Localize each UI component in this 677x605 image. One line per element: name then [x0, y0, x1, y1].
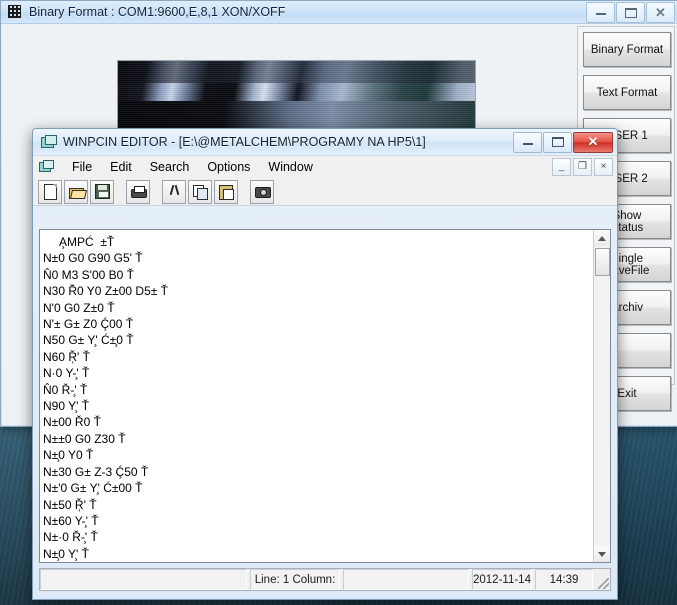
editor-close-button[interactable]: ✕ — [573, 131, 613, 153]
menu-options[interactable]: Options — [198, 158, 259, 176]
binary-format-icon — [7, 5, 23, 19]
status-time: 14:39 — [535, 569, 593, 590]
binary-format-button[interactable]: Binary Format — [583, 32, 671, 67]
camera-icon — [254, 186, 271, 198]
scissors-icon — [168, 185, 181, 199]
main-window-titlebar[interactable]: Binary Format : COM1:9600,E,8,1 XON/XOFF… — [1, 1, 677, 24]
scroll-down-icon[interactable] — [594, 546, 610, 562]
editor-menubar: File Edit Search Options Window _ ❐ × — [33, 155, 617, 178]
text-format-button[interactable]: Text Format — [583, 75, 671, 110]
editor-text-content[interactable]: A̧MPĆ ±Ť N±0 G0 G90 G5' Ť N̂0 M3 S'00 B0… — [40, 230, 593, 562]
print-button[interactable] — [126, 179, 150, 204]
winpcin-editor-window: WINPCIN EDITOR - [E:\@METALCHEM\PROGRAMY… — [32, 128, 618, 600]
editor-minimize-button[interactable] — [513, 131, 542, 153]
editor-vertical-scrollbar[interactable] — [593, 230, 610, 562]
new-document-icon — [43, 183, 57, 200]
mdi-close-button[interactable]: × — [594, 158, 613, 176]
editor-window-controls: ✕ — [512, 131, 613, 153]
scrollbar-thumb[interactable] — [595, 248, 610, 276]
main-minimize-button[interactable] — [586, 2, 615, 23]
main-window-controls: ✕ — [585, 2, 675, 23]
copy-pages-icon — [193, 185, 208, 200]
new-file-button[interactable] — [38, 179, 62, 204]
editor-maximize-button[interactable] — [543, 131, 572, 153]
scroll-up-icon[interactable] — [594, 230, 610, 246]
editor-window-title: WINPCIN EDITOR - [E:\@METALCHEM\PROGRAMY… — [63, 135, 426, 149]
snapshot-button[interactable] — [250, 179, 274, 204]
mdi-window-controls: _ ❐ × — [550, 158, 613, 176]
resize-grip-icon[interactable] — [596, 569, 610, 590]
mdi-minimize-button[interactable]: _ — [552, 158, 571, 176]
editor-text-area-container: A̧MPĆ ±Ť N±0 G0 G90 G5' Ť N̂0 M3 S'00 B0… — [39, 229, 611, 563]
clipboard-paste-icon — [219, 184, 234, 200]
menu-edit[interactable]: Edit — [101, 158, 141, 176]
main-maximize-button[interactable] — [616, 2, 645, 23]
cnc-machine-photo — [117, 60, 476, 137]
open-folder-icon — [68, 186, 84, 199]
save-file-button[interactable] — [90, 179, 114, 204]
status-blank-left — [40, 569, 247, 590]
floppy-save-icon — [94, 184, 110, 199]
open-file-button[interactable] — [64, 179, 88, 204]
main-close-button[interactable]: ✕ — [646, 2, 675, 23]
winpcin-editor-icon — [41, 135, 57, 149]
status-date: 2012-11-14 — [472, 569, 532, 590]
cut-button[interactable] — [162, 179, 186, 204]
editor-statusbar: Line: 1 Column: 2012-11-14 14:39 — [39, 568, 611, 591]
main-window-title: Binary Format : COM1:9600,E,8,1 XON/XOFF — [29, 5, 286, 19]
menu-window[interactable]: Window — [259, 158, 321, 176]
paste-button[interactable] — [214, 179, 238, 204]
menu-file[interactable]: File — [63, 158, 101, 176]
copy-button[interactable] — [188, 179, 212, 204]
editor-toolbar — [33, 178, 617, 206]
mdi-document-icon[interactable] — [39, 160, 55, 174]
status-blank-right — [343, 569, 469, 590]
mdi-restore-button[interactable]: ❐ — [573, 158, 592, 176]
status-line-column: Line: 1 Column: — [250, 569, 340, 590]
editor-titlebar[interactable]: WINPCIN EDITOR - [E:\@METALCHEM\PROGRAMY… — [33, 129, 617, 155]
menu-search[interactable]: Search — [141, 158, 199, 176]
printer-icon — [130, 185, 147, 198]
